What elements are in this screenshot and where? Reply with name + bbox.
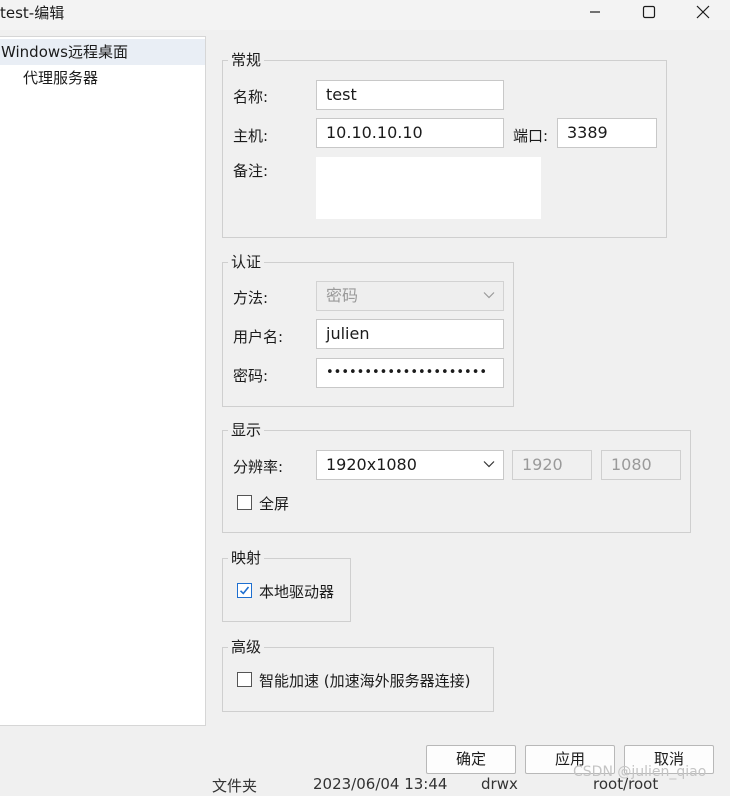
fullscreen-checkbox[interactable] bbox=[237, 495, 252, 510]
height-field: 1080 bbox=[601, 450, 681, 480]
smart-accel-checkbox[interactable] bbox=[237, 672, 252, 687]
auth-legend: 认证 bbox=[228, 253, 265, 271]
sidebar-tree: Windows远程桌面 代理服务器 bbox=[0, 36, 206, 726]
sidebar-item-proxy-server[interactable]: 代理服务器 bbox=[23, 67, 98, 88]
background-file-perm: drwx bbox=[481, 775, 518, 793]
title-bar: test-编辑 bbox=[0, 0, 730, 30]
method-label: 方法: bbox=[233, 289, 269, 307]
maximize-icon bbox=[642, 5, 656, 19]
mapping-legend: 映射 bbox=[228, 549, 265, 567]
username-field[interactable]: julien bbox=[316, 319, 504, 349]
port-field[interactable]: 3389 bbox=[557, 118, 657, 148]
name-field[interactable]: test bbox=[316, 80, 504, 110]
smart-accel-label: 智能加速 (加速海外服务器连接) bbox=[259, 672, 471, 690]
local-drives-label: 本地驱动器 bbox=[259, 583, 335, 601]
checkmark-icon bbox=[239, 586, 250, 595]
method-value: 密码 bbox=[326, 286, 359, 305]
ok-button[interactable]: 确定 bbox=[426, 745, 516, 774]
resolution-label: 分辨率: bbox=[233, 458, 284, 476]
maximize-button[interactable] bbox=[627, 0, 671, 24]
minimize-icon bbox=[590, 11, 600, 13]
background-file-date: 2023/06/04 13:44 bbox=[313, 775, 448, 793]
general-legend: 常规 bbox=[228, 51, 265, 69]
host-label: 主机: bbox=[233, 127, 269, 145]
method-select: 密码 bbox=[316, 281, 504, 311]
username-label: 用户名: bbox=[233, 328, 284, 346]
fullscreen-label: 全屏 bbox=[259, 495, 290, 513]
watermark-text: CSDN @julien_qiao bbox=[573, 764, 707, 780]
window-title: test-编辑 bbox=[0, 4, 65, 22]
password-field[interactable]: ••••••••••••••••••••• bbox=[316, 358, 504, 388]
background-file-type: 文件夹 bbox=[212, 777, 258, 795]
minimize-button[interactable] bbox=[573, 0, 617, 24]
close-button[interactable] bbox=[681, 0, 725, 24]
resolution-select[interactable]: 1920x1080 bbox=[316, 450, 504, 480]
chevron-down-icon bbox=[483, 292, 495, 299]
close-icon bbox=[696, 5, 710, 19]
note-label: 备注: bbox=[233, 162, 269, 180]
note-textarea[interactable] bbox=[316, 157, 541, 219]
host-field[interactable]: 10.10.10.10 bbox=[316, 118, 504, 148]
display-group: 显示 bbox=[222, 421, 691, 533]
display-legend: 显示 bbox=[228, 421, 265, 439]
name-label: 名称: bbox=[233, 88, 269, 106]
width-field: 1920 bbox=[512, 450, 592, 480]
port-label: 端口: bbox=[513, 127, 549, 145]
advanced-legend: 高级 bbox=[228, 638, 265, 656]
chevron-down-icon bbox=[483, 461, 495, 468]
resolution-value: 1920x1080 bbox=[326, 455, 417, 474]
password-label: 密码: bbox=[233, 367, 269, 385]
sidebar-item-windows-rdp[interactable]: Windows远程桌面 bbox=[0, 39, 205, 65]
local-drives-checkbox[interactable] bbox=[237, 583, 252, 598]
